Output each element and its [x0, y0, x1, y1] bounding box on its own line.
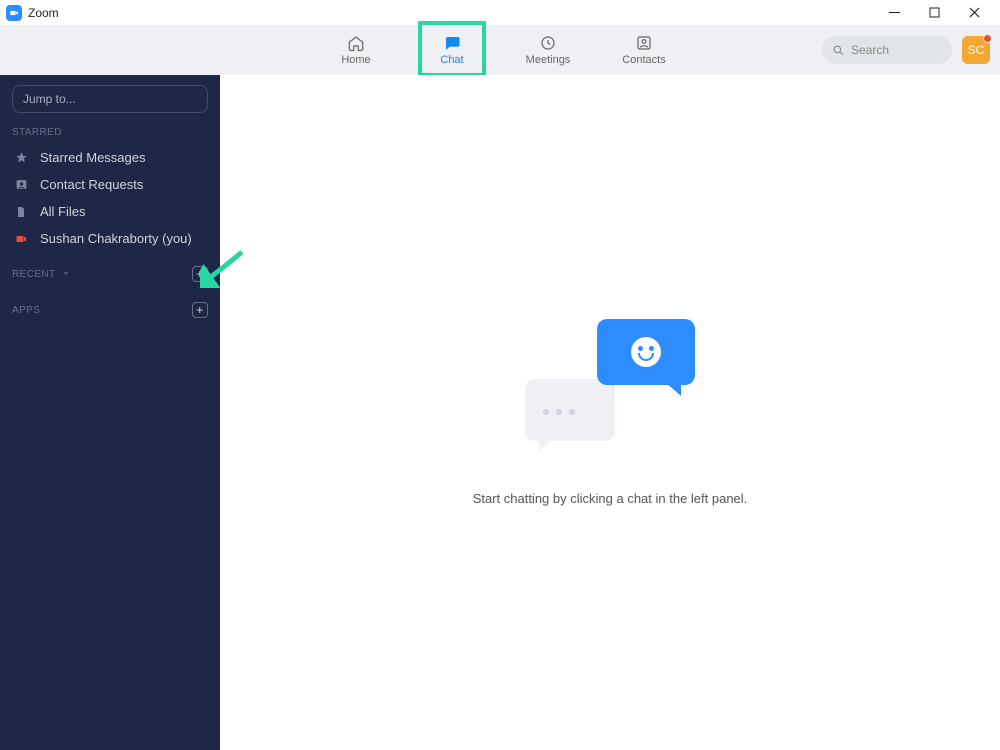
- minimize-button[interactable]: [874, 0, 914, 25]
- sidebar-item-all-files[interactable]: All Files: [12, 198, 208, 225]
- nav-contacts[interactable]: Contacts: [619, 34, 669, 66]
- top-nav: Home Chat Meetings Contacts Search SC: [0, 25, 1000, 75]
- sidebar: Jump to... Starred Starred Messages Cont…: [0, 75, 220, 750]
- section-apps-label: Apps: [12, 305, 40, 316]
- empty-state-text: Start chatting by clicking a chat in the…: [473, 491, 748, 506]
- section-starred-label: Starred: [12, 127, 62, 138]
- sidebar-item-contact-requests[interactable]: Contact Requests: [12, 171, 208, 198]
- sidebar-item-self[interactable]: Sushan Chakraborty (you): [12, 225, 208, 252]
- nav-home-label: Home: [341, 54, 370, 66]
- user-avatar[interactable]: SC: [962, 36, 990, 64]
- sidebar-item-label: Sushan Chakraborty (you): [40, 231, 192, 246]
- avatar-initials: SC: [968, 43, 985, 57]
- section-recent-label: Recent: [12, 269, 56, 280]
- clock-icon: [539, 34, 557, 52]
- window-title: Zoom: [28, 6, 59, 20]
- add-app-button[interactable]: +: [192, 302, 208, 318]
- home-icon: [347, 34, 365, 52]
- chevron-down-icon: [62, 269, 70, 280]
- jump-to-input[interactable]: Jump to...: [12, 85, 208, 113]
- empty-chat-illustration: [525, 319, 695, 449]
- main-panel: Start chatting by clicking a chat in the…: [220, 75, 1000, 750]
- zoom-logo-icon: [6, 5, 22, 21]
- nav-home[interactable]: Home: [331, 34, 381, 66]
- jump-to-placeholder: Jump to...: [23, 92, 76, 106]
- star-icon: [14, 151, 28, 164]
- sidebar-item-label: Contact Requests: [40, 177, 143, 192]
- section-recent[interactable]: Recent +: [12, 266, 208, 282]
- nav-contacts-label: Contacts: [622, 54, 665, 66]
- search-placeholder: Search: [851, 43, 889, 57]
- nav-chat-label: Chat: [440, 54, 463, 66]
- nav-meetings-label: Meetings: [526, 54, 571, 66]
- contact-request-icon: [14, 178, 28, 191]
- section-apps[interactable]: Apps +: [12, 302, 208, 318]
- sidebar-item-starred-messages[interactable]: Starred Messages: [12, 144, 208, 171]
- sidebar-item-label: All Files: [40, 204, 86, 219]
- smiley-icon: [631, 337, 661, 367]
- search-input[interactable]: Search: [822, 36, 952, 64]
- titlebar: Zoom: [0, 0, 1000, 25]
- close-button[interactable]: [954, 0, 994, 25]
- add-recent-button[interactable]: +: [192, 266, 208, 282]
- search-icon: [832, 44, 845, 57]
- camera-icon: [14, 233, 28, 245]
- section-starred: Starred: [12, 127, 208, 138]
- bubble-front-icon: [597, 319, 695, 385]
- typing-dots-icon: [543, 409, 575, 415]
- contacts-icon: [635, 34, 653, 52]
- file-icon: [14, 205, 28, 219]
- nav-chat[interactable]: Chat: [427, 34, 477, 66]
- maximize-button[interactable]: [914, 0, 954, 25]
- sidebar-item-label: Starred Messages: [40, 150, 146, 165]
- nav-meetings[interactable]: Meetings: [523, 34, 573, 66]
- window-controls: [874, 0, 994, 25]
- status-dot-icon: [983, 34, 992, 43]
- chat-icon: [443, 34, 461, 52]
